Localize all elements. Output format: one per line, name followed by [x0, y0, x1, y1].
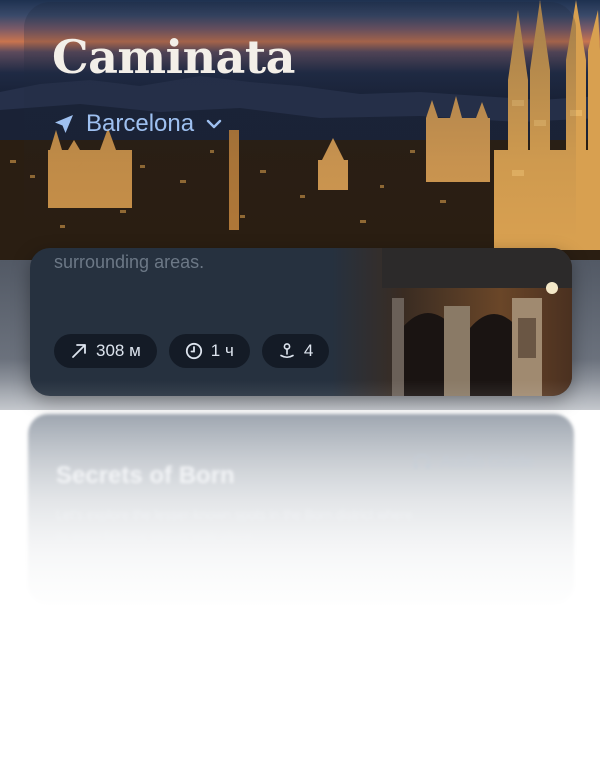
- chevron-down-icon: [206, 119, 222, 129]
- next-tour-title: Secrets of Born: [56, 462, 235, 489]
- city-name: Barcelona: [86, 110, 195, 137]
- stops-pill: 4: [261, 334, 330, 368]
- tour-description: surrounding areas.: [54, 252, 205, 272]
- distance-pill: 308 м: [54, 334, 157, 368]
- audio-guide-badge: Audio Guide: [412, 452, 534, 472]
- distance-value: 308 м: [96, 341, 141, 360]
- next-tour-description: Let's explore the lesser-known spots in …: [56, 507, 413, 544]
- audio-guide-label: Audio Guide: [440, 452, 534, 471]
- distance-arrow-icon: [72, 344, 86, 358]
- tour-card-image: [332, 248, 572, 396]
- tour-card[interactable]: surrounding areas. 308 м 1 ч 4: [30, 248, 572, 396]
- location-arrow-icon: [55, 115, 73, 133]
- map-pin-icon: [280, 343, 294, 359]
- stops-value: 4: [303, 341, 314, 360]
- city-picker[interactable]: Barcelona: [52, 108, 224, 140]
- clock-icon: [185, 342, 202, 360]
- headphones-icon: [414, 454, 431, 469]
- next-tour-card[interactable]: Secrets of Born Audio Guide Let's explor…: [28, 414, 574, 604]
- tour-stats: 308 м 1 ч 4: [54, 334, 330, 368]
- duration-value: 1 ч: [210, 341, 234, 360]
- app-title: Caminata: [52, 30, 295, 84]
- duration-pill: 1 ч: [168, 334, 250, 368]
